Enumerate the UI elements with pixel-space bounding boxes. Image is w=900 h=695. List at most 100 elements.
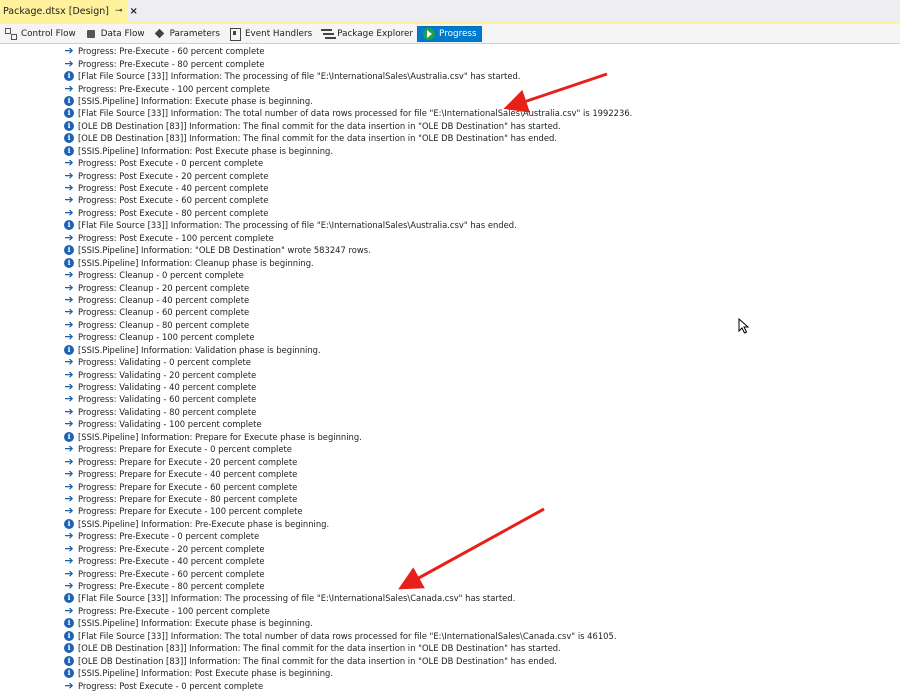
progress-arrow-icon: ➔: [64, 603, 74, 617]
log-row-progress[interactable]: ➔ Progress: Pre-Execute - 60 percent comp…: [63, 45, 893, 57]
log-row-progress[interactable]: ➔ Progress: Post Execute - 0 percent comp…: [63, 679, 893, 691]
close-icon[interactable]: ×: [130, 6, 138, 17]
log-row-information[interactable]: i [OLE DB Destination [83]] Information: …: [63, 654, 893, 666]
progress-arrow-icon: ➔: [64, 566, 74, 580]
information-icon: i: [64, 71, 74, 82]
log-row-text: Progress: Pre-Execute - 40 percent compl…: [78, 556, 265, 567]
log-row-text: [SSIS.Pipeline] Information: "OLE DB Des…: [78, 245, 371, 256]
log-row-information[interactable]: i [SSIS.Pipeline] Information: "OLE DB De…: [63, 244, 893, 256]
log-row-progress[interactable]: ➔ Progress: Pre-Execute - 60 percent comp…: [63, 567, 893, 579]
tab-parameters[interactable]: Parameters: [149, 26, 224, 42]
log-row-text: Progress: Cleanup - 40 percent complete: [78, 294, 250, 305]
log-row-progress[interactable]: ➔ Progress: Pre-Execute - 100 percent com…: [63, 82, 893, 94]
designer-tab-bar: Control Flow Data Flow Parameters Event …: [0, 24, 900, 44]
information-icon: i: [64, 145, 74, 156]
progress-icon: [423, 27, 436, 40]
log-row-information[interactable]: i [OLE DB Destination [83]] Information: …: [63, 120, 893, 132]
log-row-progress[interactable]: ➔ Progress: Pre-Execute - 0 percent compl…: [63, 530, 893, 542]
log-row-progress[interactable]: ➔ Progress: Cleanup - 20 percent complete: [63, 281, 893, 293]
document-tab[interactable]: Package.dtsx [Design] ⊸ ×: [0, 0, 138, 22]
tab-control-flow[interactable]: Control Flow: [0, 26, 80, 42]
log-row-information[interactable]: i [OLE DB Destination [83]] Information: …: [63, 642, 893, 654]
log-row-text: [Flat File Source [33]] Information: The…: [78, 220, 517, 231]
log-row-progress[interactable]: ➔ Progress: Validating - 0 percent comple…: [63, 356, 893, 368]
progress-log[interactable]: ➔ Progress: Pre-Execute - 60 percent comp…: [63, 45, 893, 692]
log-row-progress[interactable]: ➔ Progress: Pre-Execute - 80 percent comp…: [63, 580, 893, 592]
log-row-text: Progress: Post Execute - 20 percent comp…: [78, 170, 269, 181]
log-row-information[interactable]: i [Flat File Source [33]] Information: Th…: [63, 219, 893, 231]
log-row-progress[interactable]: ➔ Progress: Cleanup - 0 percent complete: [63, 269, 893, 281]
log-row-information[interactable]: i [SSIS.Pipeline] Information: Prepare fo…: [63, 431, 893, 443]
log-row-progress[interactable]: ➔ Progress: Validating - 20 percent compl…: [63, 368, 893, 380]
log-row-information[interactable]: i [Flat File Source [33]] Information: Th…: [63, 630, 893, 642]
log-row-progress[interactable]: ➔ Progress: Validating - 40 percent compl…: [63, 381, 893, 393]
progress-arrow-icon: ➔: [64, 168, 74, 182]
progress-arrow-icon: ➔: [64, 541, 74, 555]
log-row-progress[interactable]: ➔ Progress: Pre-Execute - 100 percent com…: [63, 605, 893, 617]
log-row-progress[interactable]: ➔ Progress: Prepare for Execute - 100 per…: [63, 505, 893, 517]
log-row-glyph: ➔: [63, 543, 75, 554]
log-row-progress[interactable]: ➔ Progress: Prepare for Execute - 40 perc…: [63, 468, 893, 480]
log-row-progress[interactable]: ➔ Progress: Prepare for Execute - 80 perc…: [63, 493, 893, 505]
progress-arrow-icon: ➔: [64, 230, 74, 244]
log-row-information[interactable]: i [Flat File Source [33]] Information: Th…: [63, 107, 893, 119]
log-row-progress[interactable]: ➔ Progress: Prepare for Execute - 60 perc…: [63, 480, 893, 492]
log-row-progress[interactable]: ➔ Progress: Validating - 80 percent compl…: [63, 406, 893, 418]
log-row-text: Progress: Validating - 40 percent comple…: [78, 382, 257, 393]
log-row-progress[interactable]: ➔ Progress: Post Execute - 0 percent comp…: [63, 157, 893, 169]
log-row-information[interactable]: i [SSIS.Pipeline] Information: Validation…: [63, 344, 893, 356]
progress-arrow-icon: ➔: [64, 205, 74, 219]
log-row-text: [SSIS.Pipeline] Information: Post Execut…: [78, 668, 333, 679]
information-icon: i: [64, 431, 74, 442]
log-row-glyph: i: [63, 518, 75, 529]
log-row-text: Progress: Cleanup - 60 percent complete: [78, 307, 250, 318]
log-row-text: Progress: Prepare for Execute - 0 percen…: [78, 444, 292, 455]
tab-data-flow[interactable]: Data Flow: [80, 26, 149, 42]
progress-arrow-icon: ➔: [64, 280, 74, 294]
log-row-progress[interactable]: ➔ Progress: Post Execute - 80 percent com…: [63, 207, 893, 219]
log-row-progress[interactable]: ➔ Progress: Post Execute - 20 percent com…: [63, 169, 893, 181]
log-row-information[interactable]: i [SSIS.Pipeline] Information: Execute ph…: [63, 617, 893, 629]
log-row-information[interactable]: i [SSIS.Pipeline] Information: Post Execu…: [63, 145, 893, 157]
log-row-progress[interactable]: ➔ Progress: Post Execute - 40 percent com…: [63, 182, 893, 194]
log-row-progress[interactable]: ➔ Progress: Pre-Execute - 80 percent comp…: [63, 57, 893, 69]
log-row-text: [Flat File Source [33]] Information: The…: [78, 71, 521, 82]
log-row-progress[interactable]: ➔ Progress: Prepare for Execute - 0 perce…: [63, 443, 893, 455]
log-row-information[interactable]: i [SSIS.Pipeline] Information: Pre-Execut…: [63, 518, 893, 530]
log-row-glyph: ➔: [63, 481, 75, 492]
log-row-information[interactable]: i [SSIS.Pipeline] Information: Cleanup ph…: [63, 256, 893, 268]
log-row-information[interactable]: i [SSIS.Pipeline] Information: Post Execu…: [63, 667, 893, 679]
tab-progress[interactable]: Progress: [417, 25, 482, 42]
control-flow-icon: [5, 27, 17, 40]
log-row-progress[interactable]: ➔ Progress: Pre-Execute - 40 percent comp…: [63, 555, 893, 567]
log-row-information[interactable]: i [OLE DB Destination [83]] Information: …: [63, 132, 893, 144]
log-row-text: Progress: Post Execute - 0 percent compl…: [78, 680, 264, 691]
log-row-glyph: ➔: [63, 45, 75, 57]
log-row-text: Progress: Validating - 0 percent complet…: [78, 357, 251, 368]
log-row-progress[interactable]: ➔ Progress: Post Execute - 100 percent co…: [63, 232, 893, 244]
log-row-glyph: ➔: [63, 194, 75, 206]
pin-icon[interactable]: ⊸: [115, 6, 123, 16]
log-row-progress[interactable]: ➔ Progress: Pre-Execute - 20 percent comp…: [63, 543, 893, 555]
tab-package-explorer[interactable]: Package Explorer: [316, 26, 417, 42]
log-row-text: Progress: Post Execute - 40 percent comp…: [78, 183, 269, 194]
log-row-progress[interactable]: ➔ Progress: Cleanup - 100 percent complet…: [63, 331, 893, 343]
log-row-information[interactable]: i [Flat File Source [33]] Information: Th…: [63, 592, 893, 604]
log-row-progress[interactable]: ➔ Progress: Cleanup - 60 percent complete: [63, 306, 893, 318]
log-row-glyph: i: [63, 108, 75, 119]
log-row-progress[interactable]: ➔ Progress: Validating - 100 percent comp…: [63, 418, 893, 430]
log-row-glyph: i: [63, 245, 75, 256]
log-row-progress[interactable]: ➔ Progress: Post Execute - 60 percent com…: [63, 194, 893, 206]
log-row-progress[interactable]: ➔ Progress: Validating - 60 percent compl…: [63, 393, 893, 405]
progress-arrow-icon: ➔: [64, 442, 74, 456]
progress-arrow-icon: ➔: [64, 479, 74, 493]
information-icon: i: [64, 593, 74, 604]
log-row-text: Progress: Pre-Execute - 80 percent compl…: [78, 58, 265, 69]
log-row-information[interactable]: i [Flat File Source [33]] Information: Th…: [63, 70, 893, 82]
parameters-icon: [154, 28, 166, 40]
log-row-progress[interactable]: ➔ Progress: Cleanup - 40 percent complete: [63, 294, 893, 306]
log-row-information[interactable]: i [SSIS.Pipeline] Information: Execute ph…: [63, 95, 893, 107]
tab-event-handlers[interactable]: Event Handlers: [224, 26, 316, 42]
log-row-progress[interactable]: ➔ Progress: Cleanup - 80 percent complete: [63, 319, 893, 331]
log-row-progress[interactable]: ➔ Progress: Prepare for Execute - 20 perc…: [63, 455, 893, 467]
